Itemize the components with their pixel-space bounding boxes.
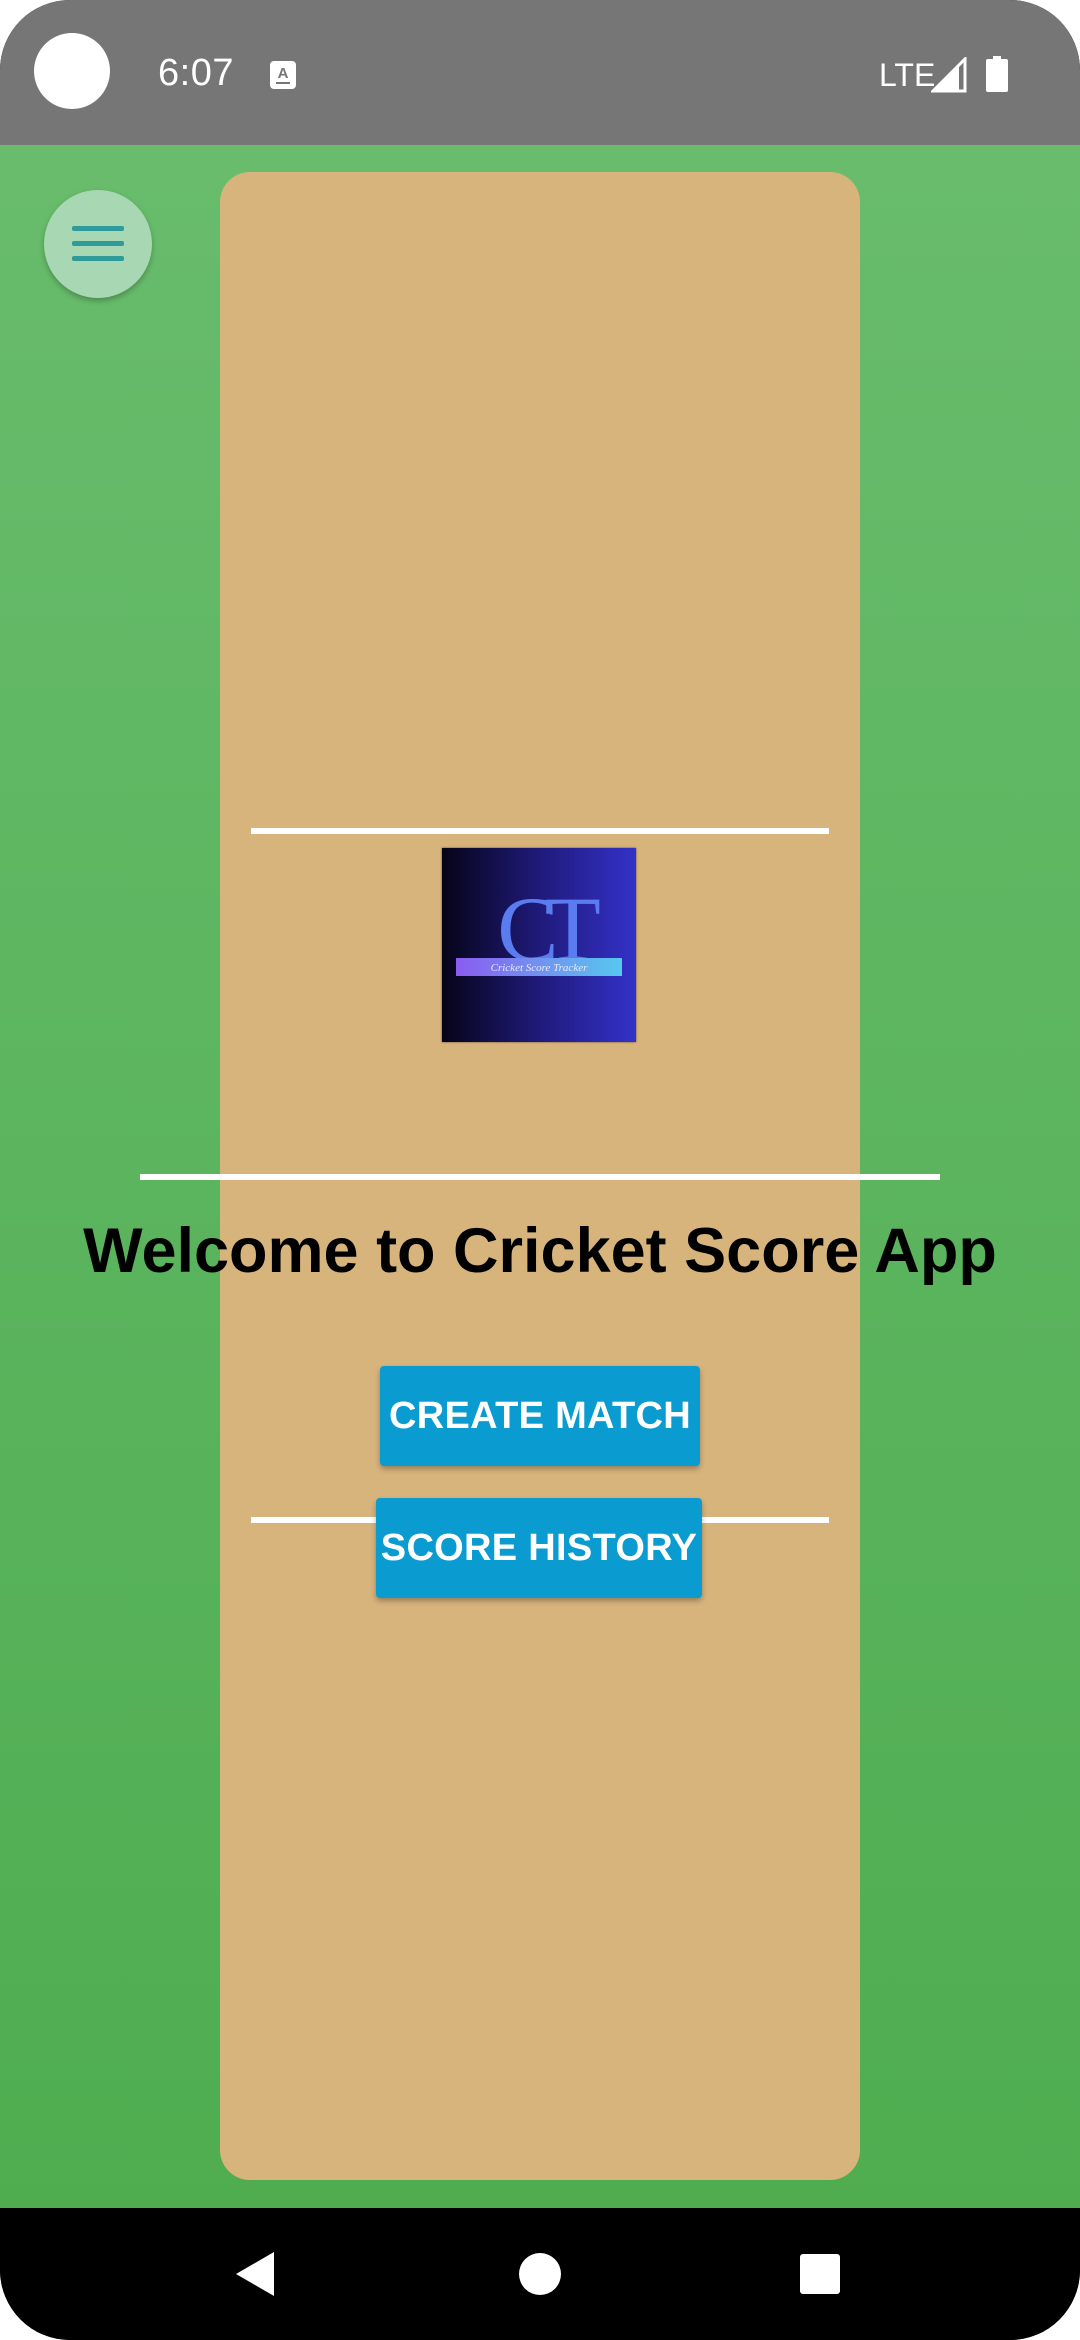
status-bar: 6:07 A LTE <box>0 0 1080 145</box>
recents-icon[interactable] <box>800 2254 840 2294</box>
app-content: CT Cricket Score Tracker Welcome to Cric… <box>0 145 1080 2208</box>
pitch-crease-line <box>140 1174 940 1180</box>
app-logo: CT Cricket Score Tracker <box>442 848 636 1042</box>
create-match-button[interactable]: CREATE MATCH <box>380 1366 700 1466</box>
back-icon[interactable] <box>234 2250 276 2298</box>
camera-cutout <box>34 33 110 109</box>
status-time: 6:07 <box>158 52 234 94</box>
battery-icon <box>986 56 1008 92</box>
hamburger-menu-icon <box>72 226 124 261</box>
notification-a-icon: A <box>270 61 296 89</box>
menu-button[interactable] <box>44 190 152 298</box>
phone-screen: 6:07 A LTE CT Cricket Score Tracker Welc… <box>0 0 1080 2340</box>
score-history-button[interactable]: SCORE HISTORY <box>376 1498 702 1598</box>
svg-text:A: A <box>278 65 289 82</box>
network-type: LTE <box>879 57 936 93</box>
logo-subtitle: Cricket Score Tracker <box>491 962 588 974</box>
pitch-crease-line <box>251 828 829 834</box>
welcome-title: Welcome to Cricket Score App <box>83 1216 997 1286</box>
home-icon[interactable] <box>518 2252 562 2296</box>
navigation-bar <box>0 2208 1080 2340</box>
signal-icon <box>931 57 967 93</box>
